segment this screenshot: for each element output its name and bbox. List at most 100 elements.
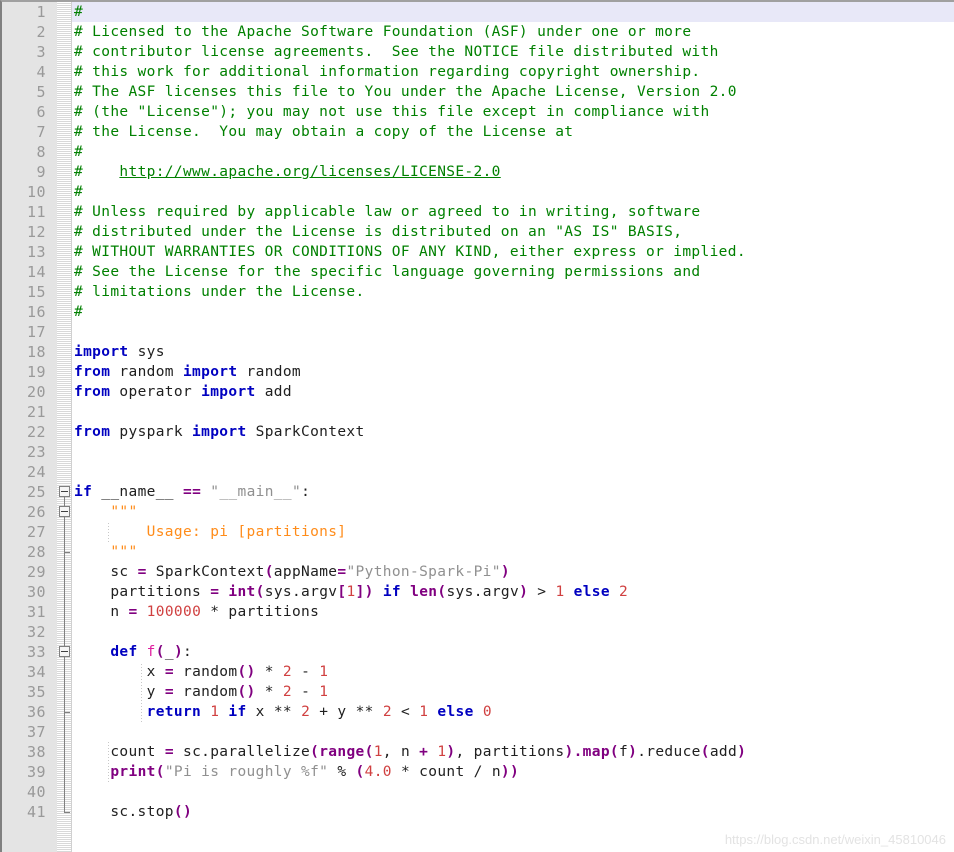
- code-text[interactable]: from pyspark import SparkContext: [74, 422, 365, 442]
- code-text[interactable]: # WITHOUT WARRANTIES OR CONDITIONS OF AN…: [74, 242, 746, 262]
- code-text[interactable]: #: [74, 182, 83, 202]
- code-line-25[interactable]: 25 if __name__ == "__main__":: [2, 482, 954, 502]
- code-line-16[interactable]: 16 #: [2, 302, 954, 322]
- token-id: random: [237, 364, 302, 380]
- token-str: "Pi is roughly %f": [164, 764, 329, 780]
- code-text[interactable]: # the License. You may obtain a copy of …: [74, 122, 573, 142]
- token-id: count: [410, 764, 474, 780]
- code-line-3[interactable]: 3 # contributor license agreements. See t…: [2, 42, 954, 62]
- code-line-11[interactable]: 11 # Unless required by applicable law or…: [2, 202, 954, 222]
- code-line-26[interactable]: 26 """: [2, 502, 954, 522]
- code-line-18[interactable]: 18 import sys: [2, 342, 954, 362]
- code-line-29[interactable]: 29 sc = SparkContext(appName="Python-Spa…: [2, 562, 954, 582]
- token-doc: """: [110, 504, 138, 520]
- code-line-22[interactable]: 22 from pyspark import SparkContext: [2, 422, 954, 442]
- code-line-30[interactable]: 30 partitions = int(sys.argv[1]) if len(…: [2, 582, 954, 602]
- code-text[interactable]: from random import random: [74, 362, 301, 382]
- code-text[interactable]: # distributed under the License is distr…: [74, 222, 682, 242]
- code-line-12[interactable]: 12 # distributed under the License is dis…: [2, 222, 954, 242]
- code-line-13[interactable]: 13 # WITHOUT WARRANTIES OR CONDITIONS OF …: [2, 242, 954, 262]
- code-line-9[interactable]: 9 # http://www.apache.org/licenses/LICENS…: [2, 162, 954, 182]
- code-text[interactable]: #: [74, 142, 83, 162]
- code-text[interactable]: print("Pi is roughly %f" % (4.0 * count …: [74, 762, 519, 782]
- fold-region-end-tick: [64, 812, 70, 813]
- fold-toggle-minus-icon-line-25[interactable]: [59, 486, 70, 497]
- code-text[interactable]: # The ASF licenses this file to You unde…: [74, 82, 737, 102]
- code-text[interactable]: from operator import add: [74, 382, 292, 402]
- code-line-32[interactable]: 32: [2, 622, 954, 642]
- token-id: *: [255, 664, 283, 680]
- code-line-39[interactable]: 39 print("Pi is roughly %f" % (4.0 * cou…: [2, 762, 954, 782]
- token-id: count: [74, 744, 165, 760]
- line-number: 7: [36, 123, 46, 141]
- token-cm: # this work for additional information r…: [74, 64, 701, 80]
- code-text[interactable]: sc = SparkContext(appName="Python-Spark-…: [74, 562, 510, 582]
- code-line-17[interactable]: 17: [2, 322, 954, 342]
- code-line-20[interactable]: 20 from operator import add: [2, 382, 954, 402]
- code-text[interactable]: partitions = int(sys.argv[1]) if len(sys…: [74, 582, 628, 602]
- code-editor[interactable]: 1 #2 # Licensed to the Apache Software Fou…: [0, 0, 954, 852]
- fold-toggle-minus-icon-line-33[interactable]: [59, 646, 70, 657]
- code-line-1[interactable]: 1 #: [2, 2, 954, 22]
- code-line-38[interactable]: 38 count = sc.parallelize(range(1, n + 1…: [2, 742, 954, 762]
- fold-toggle-minus-icon-line-26[interactable]: [59, 506, 70, 517]
- code-line-35[interactable]: 35 y = random() * 2 - 1: [2, 682, 954, 702]
- code-text[interactable]: # http://www.apache.org/licenses/LICENSE…: [74, 162, 501, 182]
- token-bi: int: [228, 584, 256, 600]
- code-text[interactable]: sc.stop(): [74, 802, 192, 822]
- code-line-34[interactable]: 34 x = random() * 2 - 1: [2, 662, 954, 682]
- code-line-37[interactable]: 37: [2, 722, 954, 742]
- code-text[interactable]: y = random() * 2 - 1: [74, 682, 328, 702]
- token-bi: map: [582, 744, 610, 760]
- code-line-8[interactable]: 8 #: [2, 142, 954, 162]
- code-text[interactable]: x = random() * 2 - 1: [74, 662, 328, 682]
- code-line-23[interactable]: 23: [2, 442, 954, 462]
- code-line-14[interactable]: 14 # See the License for the specific lan…: [2, 262, 954, 282]
- token-id: __name__: [92, 484, 183, 500]
- code-text[interactable]: """: [74, 502, 138, 522]
- code-line-15[interactable]: 15 # limitations under the License.: [2, 282, 954, 302]
- code-line-10[interactable]: 10 #: [2, 182, 954, 202]
- token-op: ==: [182, 484, 202, 500]
- code-text[interactable]: def f(_):: [74, 642, 192, 662]
- code-text[interactable]: # See the License for the specific langu…: [74, 262, 701, 282]
- code-line-4[interactable]: 4 # this work for additional information …: [2, 62, 954, 82]
- code-text[interactable]: count = sc.parallelize(range(1, n + 1), …: [74, 742, 746, 762]
- code-text[interactable]: # limitations under the License.: [74, 282, 365, 302]
- code-line-28[interactable]: 28 """: [2, 542, 954, 562]
- code-text[interactable]: # Unless required by applicable law or a…: [74, 202, 701, 222]
- code-line-5[interactable]: 5 # The ASF licenses this file to You und…: [2, 82, 954, 102]
- code-text[interactable]: #: [74, 2, 83, 22]
- token-num: 100000: [146, 604, 202, 620]
- code-text[interactable]: """: [74, 542, 138, 562]
- code-line-24[interactable]: 24: [2, 462, 954, 482]
- code-line-36[interactable]: 36 return 1 if x ** 2 + y ** 2 < 1 else …: [2, 702, 954, 722]
- code-line-33[interactable]: 33 def f(_):: [2, 642, 954, 662]
- code-line-31[interactable]: 31 n = 100000 * partitions: [2, 602, 954, 622]
- code-text[interactable]: return 1 if x ** 2 + y ** 2 < 1 else 0: [74, 702, 492, 722]
- code-line-19[interactable]: 19 from random import random: [2, 362, 954, 382]
- code-lines-container[interactable]: 1 #2 # Licensed to the Apache Software Fou…: [2, 2, 954, 822]
- code-text[interactable]: # Licensed to the Apache Software Founda…: [74, 22, 691, 42]
- code-line-6[interactable]: 6 # (the "License"); you may not use this…: [2, 102, 954, 122]
- token-cm: # WITHOUT WARRANTIES OR CONDITIONS OF AN…: [74, 244, 746, 260]
- code-line-27[interactable]: 27 Usage: pi [partitions]: [2, 522, 954, 542]
- code-text[interactable]: # this work for additional information r…: [74, 62, 701, 82]
- token-id: [392, 764, 401, 780]
- token-num: 2: [282, 684, 292, 700]
- code-line-40[interactable]: 40: [2, 782, 954, 802]
- code-line-2[interactable]: 2 # Licensed to the Apache Software Found…: [2, 22, 954, 42]
- code-text[interactable]: #: [74, 302, 83, 322]
- token-cm: # limitations under the License.: [74, 284, 365, 300]
- code-line-41[interactable]: 41 sc.stop(): [2, 802, 954, 822]
- code-text[interactable]: n = 100000 * partitions: [74, 602, 319, 622]
- code-text[interactable]: # (the "License"); you may not use this …: [74, 102, 710, 122]
- code-text[interactable]: import sys: [74, 342, 165, 362]
- code-text[interactable]: # contributor license agreements. See th…: [74, 42, 719, 62]
- code-text[interactable]: if __name__ == "__main__":: [74, 482, 310, 502]
- code-line-7[interactable]: 7 # the License. You may obtain a copy of…: [2, 122, 954, 142]
- code-line-21[interactable]: 21: [2, 402, 954, 422]
- token-id: partitions: [74, 584, 211, 600]
- code-text[interactable]: Usage: pi [partitions]: [74, 522, 346, 542]
- line-number: 25: [26, 483, 46, 501]
